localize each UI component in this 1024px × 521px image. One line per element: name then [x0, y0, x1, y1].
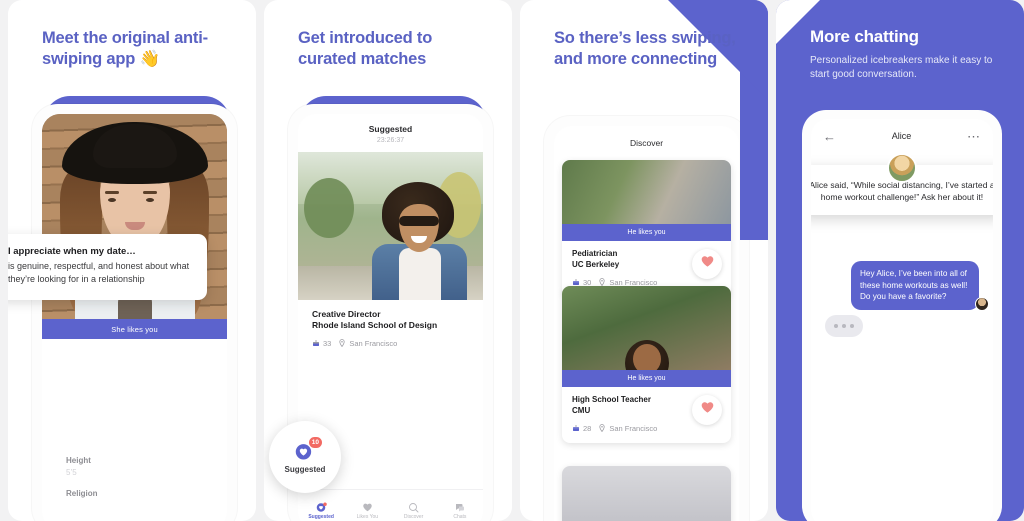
search-icon [408, 500, 419, 512]
panel-2-headline: Get introduced to curated matches [298, 29, 433, 69]
location-pin-icon [598, 278, 606, 287]
nav-title-suggested: Suggested [368, 124, 413, 134]
attribute-value-height: 5’5 [66, 468, 77, 477]
card-body: High School Teacher CMU 28 San Francisco [562, 387, 731, 443]
photo-background [562, 160, 731, 224]
card-age: 28 [583, 423, 592, 433]
phone-screen-3: Discover He likes you Pediatrician UC Be… [554, 126, 739, 521]
discover-card-partial[interactable] [562, 466, 731, 521]
suggested-callout[interactable]: 10 Suggested [269, 421, 341, 493]
countdown-timer: 23:26:37 [376, 137, 405, 144]
panel-1-headline: Meet the original anti-swiping app 👋 [42, 29, 208, 69]
hat-crown [92, 124, 177, 168]
card-photo [562, 466, 731, 521]
eye-left [108, 198, 116, 202]
card-meta: 28 San Francisco [572, 424, 721, 433]
card-photo [562, 286, 731, 370]
outgoing-message-text: Hey Alice, I’ve been into all of these h… [860, 269, 968, 302]
typing-dot [850, 324, 854, 328]
brow-left [105, 191, 119, 194]
panel-3-headline: So there’s less swiping, and more connec… [554, 29, 736, 69]
match-location: San Francisco [349, 338, 398, 348]
card-banner: He likes you [562, 370, 731, 387]
more-horizontal-icon[interactable]: ⋯ [967, 130, 981, 143]
discover-card[interactable]: He likes you High School Teacher CMU 28 [562, 286, 731, 443]
typing-dot [834, 324, 838, 328]
app-store-screenshot-gallery: Meet the original anti-swiping app 👋 She… [0, 0, 1024, 521]
tab-suggested[interactable]: Suggested [298, 490, 344, 521]
panel-4-headline: More chatting [810, 27, 919, 46]
card-location: San Francisco [609, 423, 658, 433]
discover-card[interactable]: He likes you Pediatrician UC Berkeley 30 [562, 160, 731, 297]
attribute-label-religion: Religion [66, 489, 98, 498]
match-school: Rhode Island School of Design [312, 320, 438, 331]
typing-indicator [825, 315, 863, 337]
phone-screen-1: She likes you Height 5’5 Religion [42, 114, 227, 521]
outgoing-message-bubble: Hey Alice, I’ve been into all of these h… [851, 261, 979, 310]
card-photo [562, 160, 731, 224]
heart-badge-icon [316, 500, 327, 512]
tab-likes-you[interactable]: Likes You [344, 490, 390, 521]
location-pin-icon [338, 339, 346, 348]
chat-contact-name: Alice [891, 131, 912, 141]
like-button[interactable] [692, 249, 722, 279]
prompt-answer-card: I appreciate when my date… is genuine, r… [8, 234, 207, 300]
heart-badge-icon: 10 [295, 435, 323, 461]
tab-label-discover: Discover [403, 513, 424, 520]
suggested-badge-count: 10 [307, 435, 323, 449]
eye-right [146, 198, 154, 202]
white-top [399, 248, 441, 300]
callout-label: Suggested [284, 464, 326, 474]
panel-4-subtitle: Personalized icebreakers make it easy to… [810, 55, 993, 80]
cake-icon [312, 339, 320, 347]
heart-icon [700, 400, 715, 420]
nav-title-discover: Discover [629, 138, 664, 148]
card-banner: He likes you [562, 224, 731, 241]
heart-icon [362, 500, 373, 511]
attribute-label-height: Height [66, 456, 91, 465]
heart-icon [700, 254, 715, 274]
sender-avatar [975, 297, 989, 311]
tree-left [304, 178, 354, 238]
match-info: Creative Director Rhode Island School of… [312, 309, 472, 348]
phone-screen-4: ← Alice ⋯ Alice said, “While social dist… [811, 119, 993, 521]
tab-label-likes-you: Likes You [356, 513, 379, 520]
prompt-question: I appreciate when my date… [8, 246, 136, 257]
likes-you-banner: She likes you [42, 319, 227, 339]
attribute-list: Height 5’5 Religion [66, 444, 227, 498]
phone-mockup-3: Discover He likes you Pediatrician UC Be… [544, 116, 749, 521]
tab-discover[interactable]: Discover [391, 490, 437, 521]
cake-icon [572, 424, 580, 432]
match-age: 33 [323, 338, 332, 348]
like-button[interactable] [692, 395, 722, 425]
chat-icon [454, 500, 465, 511]
location-pin-icon [598, 424, 606, 433]
panel-original-anti-swiping: Meet the original anti-swiping app 👋 She… [8, 0, 256, 521]
match-photo [298, 152, 483, 300]
person-face [632, 344, 661, 370]
tab-label-chats: Chats [453, 513, 467, 520]
phone-mockup-1: She likes you Height 5’5 Religion [32, 104, 237, 521]
match-meta: 33 San Francisco [312, 339, 472, 348]
cake-icon [572, 278, 580, 286]
brow-right [143, 191, 157, 194]
avatar [887, 153, 917, 183]
chat-header: ← Alice ⋯ [811, 119, 993, 153]
tab-chats[interactable]: Chats [437, 490, 483, 521]
prompt-answer: is genuine, respectful, and honest about… [8, 261, 190, 284]
phone-mockup-4: ← Alice ⋯ Alice said, “While social dist… [802, 110, 1002, 521]
panel-less-swiping: So there’s less swiping, and more connec… [520, 0, 768, 521]
sunglasses [399, 216, 439, 226]
back-arrow-icon[interactable]: ← [823, 130, 836, 143]
tab-label-suggested: Suggested [308, 513, 334, 520]
typing-dot [842, 324, 846, 328]
bottom-tab-bar: Suggested Likes You Discover Chats [298, 489, 483, 521]
icebreaker-text: Alice said, “While social distancing, I’… [811, 180, 993, 203]
panel-curated-matches: Get introduced to curated matches Sugges… [264, 0, 512, 521]
photo-background [562, 466, 731, 521]
panel-more-chatting: More chatting Personalized icebreakers m… [776, 0, 1024, 521]
match-job: Creative Director [312, 309, 381, 319]
